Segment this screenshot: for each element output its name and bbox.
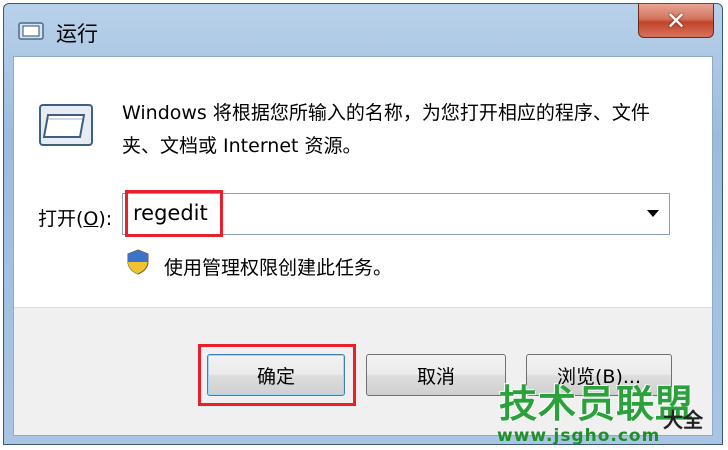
open-label: 打开(O): <box>38 208 113 230</box>
site-watermark: 技术员联盟 大全 www.jsgho.com <box>493 382 728 450</box>
description-text: Windows 将根据您所输入的名称，为您打开相应的程序、文件夹、文档或 Int… <box>122 102 650 157</box>
uac-shield-icon <box>127 249 149 275</box>
watermark-url: www.jsgho.com <box>497 426 661 446</box>
run-icon <box>39 104 93 146</box>
cancel-button[interactable]: 取消 <box>366 354 506 396</box>
window-title: 运行 <box>56 22 98 46</box>
dialog-client-area: Windows 将根据您所输入的名称，为您打开相应的程序、文件夹、文档或 Int… <box>13 56 713 436</box>
dialog-content: Windows 将根据您所输入的名称，为您打开相应的程序、文件夹、文档或 Int… <box>14 57 712 307</box>
title-bar[interactable]: 运行 ✕ <box>4 4 722 54</box>
run-icon <box>18 22 44 40</box>
admin-task-text: 使用管理权限创建此任务。 <box>164 257 393 279</box>
watermark-side-text: 大全 <box>663 408 703 432</box>
highlight-box-ok <box>198 344 356 406</box>
close-button[interactable]: ✕ <box>638 4 714 38</box>
run-dialog: 运行 ✕ Windows 将根据您所输入的名称，为您打开相应的程序、文件夹、文档… <box>3 3 723 445</box>
highlight-box-input <box>125 190 223 237</box>
close-icon: ✕ <box>665 6 687 35</box>
chevron-down-icon[interactable] <box>647 210 659 217</box>
